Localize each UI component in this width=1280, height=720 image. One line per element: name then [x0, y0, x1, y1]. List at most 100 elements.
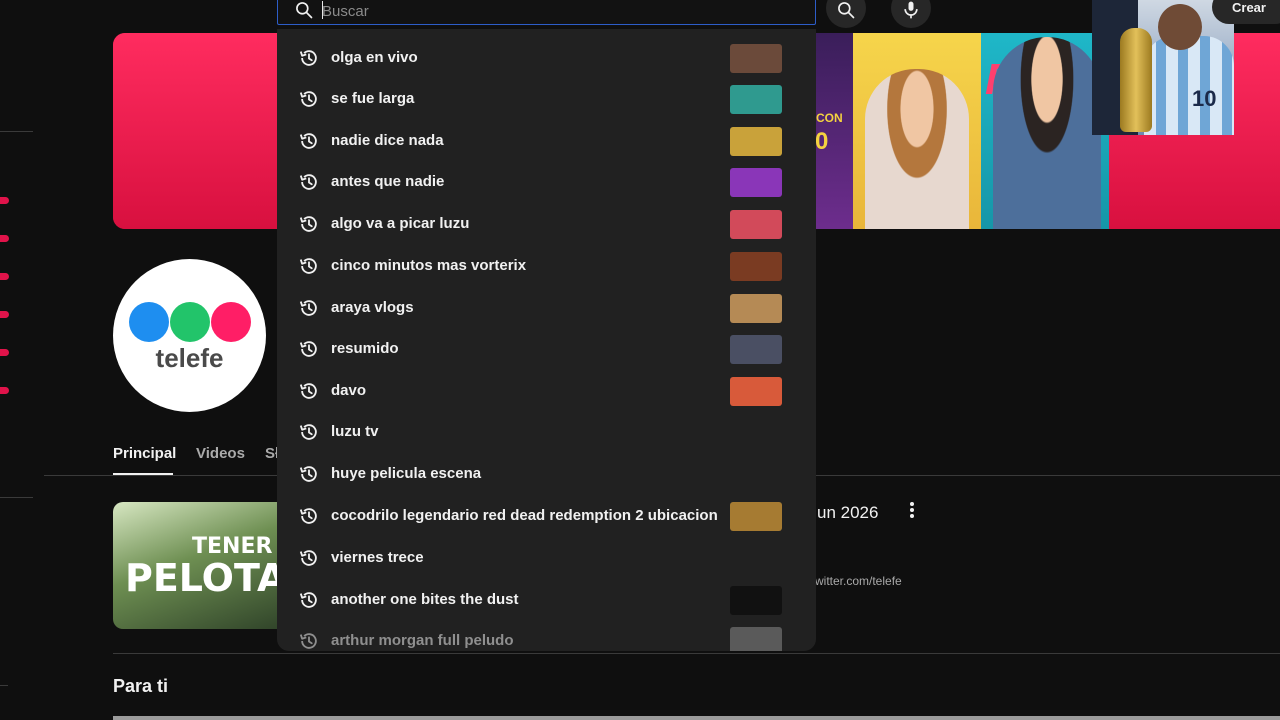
- search-input[interactable]: [322, 0, 792, 22]
- suggestion-label: algo va a picar luzu: [331, 215, 470, 232]
- channel-avatar[interactable]: telefe: [113, 259, 266, 412]
- suggestion-thumbnail: [730, 586, 782, 615]
- create-button[interactable]: Crear: [1212, 0, 1280, 24]
- suggestion-label: cinco minutos mas vorterix: [331, 257, 527, 274]
- overlay-photo: 10: [1092, 0, 1234, 135]
- youtube-channel-page: CON 0 R 10 telefe Principal Videos Sł TE…: [0, 0, 1280, 720]
- search-suggestion[interactable]: huye pelicula escena: [277, 454, 816, 494]
- banner-host-photo: [993, 37, 1101, 229]
- search-suggestions-dropdown: olga en vivo se fue larga nadie dice nada a…: [277, 29, 816, 651]
- suggestion-label: viernes trece: [331, 549, 424, 566]
- tab-videos[interactable]: Videos: [196, 445, 245, 462]
- suggestion-thumbnail: [730, 294, 782, 323]
- sidebar-live-indicator[interactable]: [0, 235, 9, 242]
- featured-video-link[interactable]: witter.com/telefe: [815, 574, 902, 588]
- history-icon: [299, 466, 317, 482]
- history-icon: [299, 508, 317, 524]
- logo-green-dot: [170, 302, 210, 342]
- suggestion-thumbnail: [730, 127, 782, 156]
- history-icon: [299, 341, 317, 357]
- photo-jersey-number: 10: [1192, 86, 1217, 111]
- suggestion-label: nadie dice nada: [331, 132, 444, 149]
- voice-search-button[interactable]: [891, 0, 931, 28]
- sidebar-live-indicator[interactable]: [0, 387, 9, 394]
- history-icon: [299, 550, 317, 566]
- featured-video-title[interactable]: un 2026: [817, 503, 878, 523]
- suggestion-thumbnail: [730, 85, 782, 114]
- search-suggestion[interactable]: araya vlogs: [277, 288, 816, 328]
- history-icon: [299, 216, 317, 232]
- suggestion-label: another one bites the dust: [331, 591, 519, 608]
- microphone-icon: [904, 1, 918, 19]
- history-icon: [299, 133, 317, 149]
- section-title-para-ti: Para ti: [113, 676, 169, 696]
- suggestion-thumbnail: [730, 627, 782, 651]
- thumbnail-text: PELOTA: [125, 556, 278, 600]
- suggestion-label: cocodrilo legendario red dead redemption…: [331, 507, 718, 524]
- suggestion-label: se fue larga: [331, 90, 415, 107]
- suggestion-thumbnail: [730, 252, 782, 281]
- history-icon: [299, 258, 317, 274]
- search-suggestion[interactable]: cocodrilo legendario red dead redemption…: [277, 496, 816, 536]
- channel-logo-text: telefe: [155, 343, 224, 373]
- history-icon: [299, 592, 317, 608]
- banner-host-photo: [865, 69, 969, 229]
- sidebar-divider: [0, 131, 33, 132]
- photo-head: [1158, 4, 1202, 50]
- search-suggestion[interactable]: algo va a picar luzu: [277, 204, 816, 244]
- search-suggestion[interactable]: another one bites the dust: [277, 580, 816, 620]
- banner-promo-number: 0: [815, 128, 829, 155]
- suggestion-thumbnail: [730, 502, 782, 531]
- search-button[interactable]: [826, 0, 866, 28]
- search-suggestion[interactable]: luzu tv: [277, 412, 816, 452]
- photo-shirt: [1144, 36, 1234, 135]
- logo-pink-dot: [211, 302, 251, 342]
- search-suggestion[interactable]: cinco minutos mas vorterix: [277, 246, 816, 286]
- suggestion-label: luzu tv: [331, 423, 379, 440]
- search-suggestion[interactable]: arthur morgan full peludo: [277, 621, 816, 651]
- trophy-icon: [1120, 28, 1152, 132]
- suggestion-label: antes que nadie: [331, 173, 445, 190]
- more-options-icon[interactable]: [906, 501, 918, 519]
- search-box[interactable]: [277, 0, 816, 25]
- banner-promo-text: CON: [816, 111, 843, 125]
- suggestion-label: araya vlogs: [331, 299, 414, 316]
- suggestion-label: arthur morgan full peludo: [331, 632, 514, 649]
- suggestion-label: resumido: [331, 340, 399, 357]
- suggestion-thumbnail: [730, 335, 782, 364]
- search-icon: [838, 2, 855, 19]
- history-icon: [299, 91, 317, 107]
- sidebar-live-indicator[interactable]: [0, 273, 9, 280]
- suggestion-thumbnail: [730, 377, 782, 406]
- history-icon: [299, 424, 317, 440]
- sidebar-live-indicator[interactable]: [0, 349, 9, 356]
- suggestion-thumbnail: [730, 168, 782, 197]
- shelf-thumbnails[interactable]: [113, 716, 1280, 720]
- suggestion-label: huye pelicula escena: [331, 465, 482, 482]
- search-suggestion[interactable]: antes que nadie: [277, 162, 816, 202]
- history-icon: [299, 383, 317, 399]
- history-icon: [299, 300, 317, 316]
- logo-blue-dot: [129, 302, 169, 342]
- suggestion-thumbnail: [730, 44, 782, 73]
- search-suggestion[interactable]: resumido: [277, 329, 816, 369]
- search-suggestion[interactable]: davo: [277, 371, 816, 411]
- history-icon: [299, 633, 317, 649]
- search-suggestion[interactable]: se fue larga: [277, 79, 816, 119]
- sidebar-live-indicator[interactable]: [0, 197, 9, 204]
- suggestion-label: olga en vivo: [331, 49, 418, 66]
- search-suggestion[interactable]: viernes trece: [277, 538, 816, 578]
- search-suggestion[interactable]: nadie dice nada: [277, 121, 816, 161]
- search-icon: [296, 2, 313, 19]
- tab-principal[interactable]: Principal: [113, 445, 176, 462]
- section-divider: [113, 653, 1280, 654]
- sidebar-divider: [0, 685, 8, 686]
- search-suggestion[interactable]: olga en vivo: [277, 38, 816, 78]
- featured-video-thumbnail[interactable]: TENER PELOTA: [113, 502, 278, 629]
- history-icon: [299, 50, 317, 66]
- sidebar-live-indicator[interactable]: [0, 311, 9, 318]
- history-icon: [299, 174, 317, 190]
- suggestion-label: davo: [331, 382, 367, 399]
- text-caret: [322, 1, 323, 19]
- sidebar-divider: [0, 497, 33, 498]
